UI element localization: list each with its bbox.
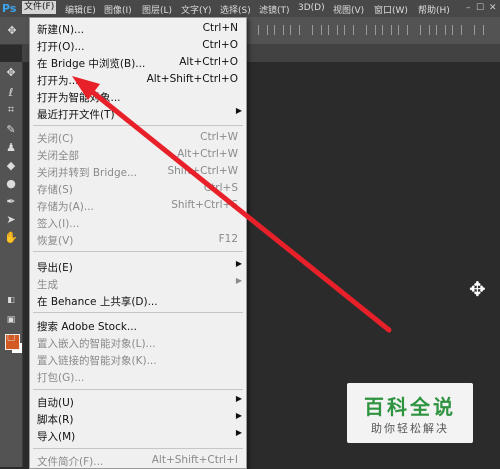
watermark-subtitle: 助你轻松解决 [371,422,449,435]
arrow-shaft [82,83,392,333]
watermark-title: 百科全说 [364,395,456,419]
watermark-badge: 百科全说 助你轻松解决 [347,383,473,443]
